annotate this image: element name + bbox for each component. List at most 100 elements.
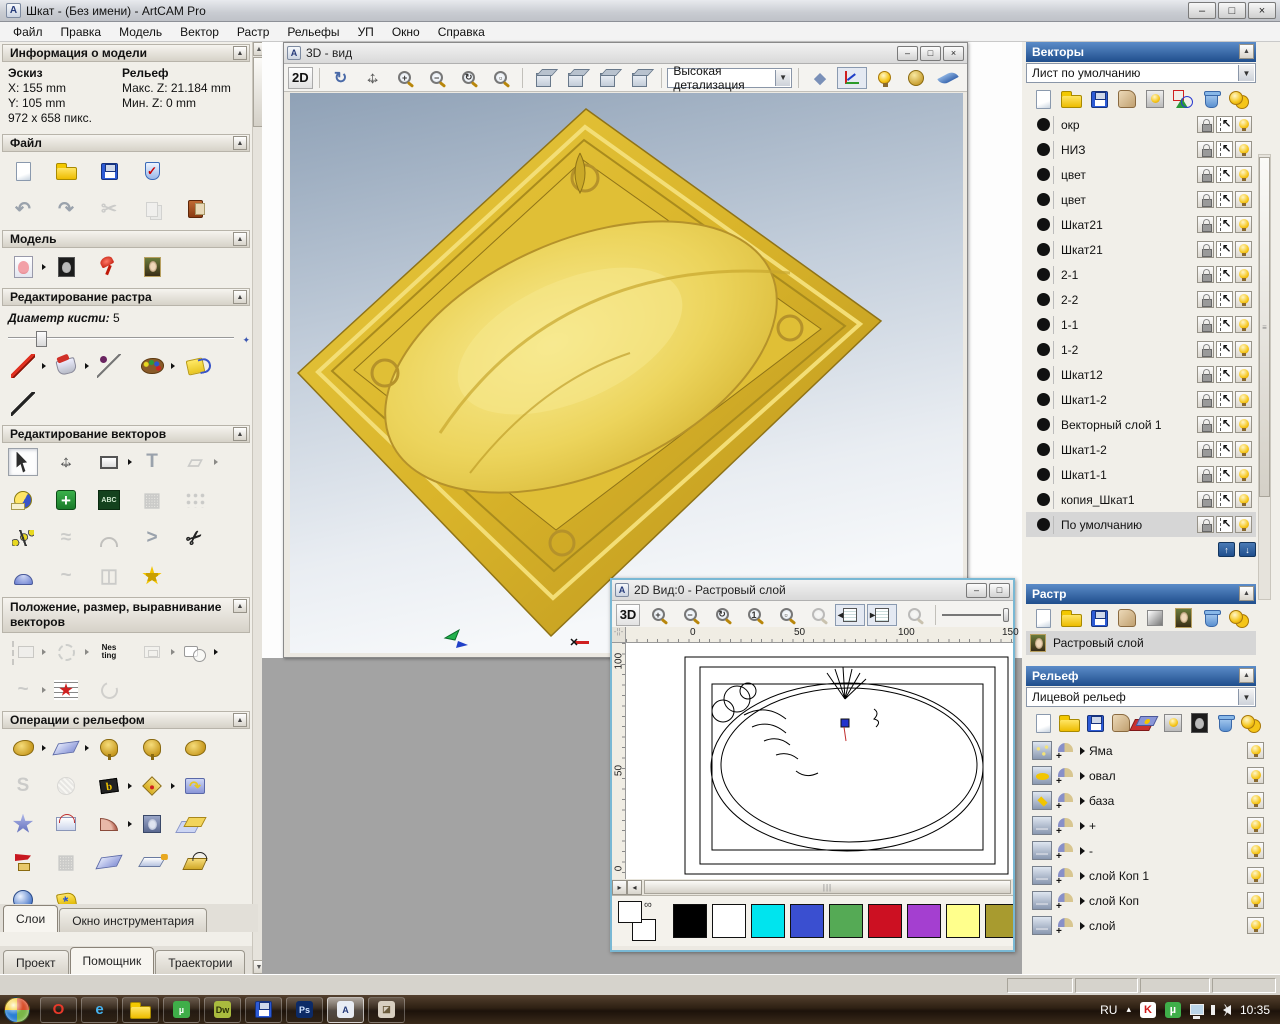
layer-visible-icon[interactable] <box>1235 266 1252 283</box>
close-button[interactable]: × <box>1248 2 1276 19</box>
layer-colour-icon[interactable] <box>1034 441 1054 459</box>
paste-icon[interactable] <box>180 195 210 223</box>
eraser-icon[interactable] <box>180 352 210 380</box>
close-button[interactable]: × <box>943 46 964 61</box>
turn-wizard-icon[interactable] <box>94 810 124 838</box>
relief-preset-dropdown[interactable]: Лицевой рельеф <box>1026 687 1256 707</box>
view3d-viewport[interactable] <box>290 93 963 653</box>
volume-tray-icon[interactable] <box>1213 1005 1231 1015</box>
layer-colour-icon[interactable] <box>1034 266 1054 284</box>
texture-image-icon[interactable] <box>137 253 167 281</box>
restore-button[interactable]: □ <box>920 46 941 61</box>
vector-layer-row[interactable]: цвет <box>1026 162 1256 187</box>
colour-swatch-0[interactable] <box>673 904 707 938</box>
taskbar-artcam[interactable]: A <box>327 997 364 1023</box>
chevron-down-icon[interactable] <box>775 70 790 86</box>
new-model-icon[interactable] <box>8 157 38 185</box>
collapse-icon[interactable] <box>233 599 247 613</box>
combine-mode-icon[interactable] <box>1056 917 1076 934</box>
fit-curves-icon[interactable]: ≈ <box>51 524 81 552</box>
palette-icon[interactable] <box>137 352 167 380</box>
envelope-distort-icon[interactable]: ▱ <box>180 448 210 476</box>
draw-axes-icon[interactable] <box>837 67 867 89</box>
collapse-icon[interactable] <box>233 46 247 60</box>
snap-layer-icon[interactable] <box>1216 291 1233 308</box>
layer-colour-icon[interactable] <box>1034 366 1054 384</box>
colour-swatch-8[interactable] <box>985 904 1013 938</box>
zoom-in-icon[interactable]: + <box>390 67 420 89</box>
expand-arrow-icon[interactable] <box>1080 772 1085 780</box>
flood-fill-icon[interactable] <box>51 352 81 380</box>
minimize-button[interactable]: – <box>966 583 987 598</box>
isometric-view-icon[interactable] <box>529 67 559 89</box>
section-header-model-info[interactable]: Информация о модели <box>2 44 250 62</box>
collapse-icon[interactable] <box>233 232 247 246</box>
subtract-relief-icon[interactable] <box>180 734 210 762</box>
lock-layer-icon[interactable] <box>1197 441 1214 458</box>
vectors-section-header[interactable]: Векторы <box>1026 42 1256 62</box>
vector-texture-icon[interactable] <box>51 676 81 704</box>
vector-layer-row[interactable]: 1-2 <box>1026 337 1256 362</box>
fillet-icon[interactable]: ~ <box>51 562 81 590</box>
section-header-position[interactable]: Положение, размер, выравнивание векторов <box>2 597 250 633</box>
switch-to-3d-button[interactable]: 3D <box>616 604 640 626</box>
snap-layer-icon[interactable] <box>1216 391 1233 408</box>
colour-swatch-3[interactable] <box>790 904 824 938</box>
taskbar-image-viewer[interactable]: ◪ <box>368 997 405 1023</box>
open-vector-layer-icon[interactable] <box>1058 87 1084 111</box>
offset-vectors-icon[interactable] <box>8 562 38 590</box>
collapse-icon[interactable] <box>233 427 247 441</box>
snap-layer-icon[interactable] <box>1216 441 1233 458</box>
detail-level-dropdown[interactable]: Высокая детализация <box>667 68 792 88</box>
raster-section-header[interactable]: Растр <box>1026 584 1256 604</box>
tab-Проект[interactable]: Проект <box>3 950 69 974</box>
arc-fit-icon[interactable] <box>94 524 124 552</box>
tray-expand-icon[interactable]: ▴ <box>1126 1004 1131 1015</box>
delete-vector-layer-icon[interactable] <box>1198 87 1224 111</box>
collapse-icon[interactable] <box>233 290 247 304</box>
chevron-down-icon[interactable] <box>1238 65 1254 81</box>
weld-vectors-icon[interactable] <box>180 638 210 666</box>
save-vector-layer-icon[interactable] <box>1086 87 1112 111</box>
lock-layer-icon[interactable] <box>1197 291 1214 308</box>
create-text-icon[interactable]: T <box>137 448 167 476</box>
taskbar-utorrent[interactable]: µ <box>163 997 200 1023</box>
language-indicator[interactable]: RU <box>1100 1003 1117 1017</box>
colour-swatch-4[interactable] <box>829 904 863 938</box>
toggle-all-layers-icon[interactable] <box>1226 87 1252 111</box>
relief-layer-row[interactable]: - <box>1026 838 1268 863</box>
face-wizard-icon[interactable] <box>137 810 167 838</box>
text-on-curve-icon[interactable] <box>51 638 81 666</box>
relief-editing-icon[interactable] <box>8 734 38 762</box>
section-header-relief-ops[interactable]: Операции с рельефом <box>2 711 250 729</box>
greyscale-preview-icon[interactable] <box>1186 711 1212 735</box>
view-along-y-icon[interactable] <box>593 67 623 89</box>
menu-УП[interactable]: УП <box>349 23 383 41</box>
horizontal-scrollbar[interactable]: ▸ ◂ ||| <box>612 879 1013 895</box>
layer-visible-icon[interactable] <box>1247 817 1264 834</box>
open-relief-layer-icon[interactable] <box>1056 711 1082 735</box>
open-raster-layer-icon[interactable] <box>1058 606 1084 630</box>
merge-raster-layers-icon[interactable] <box>1114 606 1140 630</box>
restore-button[interactable]: □ <box>989 583 1010 598</box>
relief-layer-row[interactable]: слой Коп 1 <box>1026 863 1268 888</box>
zoom-in-icon[interactable]: + <box>643 604 673 626</box>
combine-mode-icon[interactable] <box>1056 892 1076 909</box>
gradient-layer-icon[interactable] <box>1142 606 1168 630</box>
lock-layer-icon[interactable] <box>1197 316 1214 333</box>
layer-visible-icon[interactable] <box>1235 216 1252 233</box>
brush-diameter-slider[interactable]: ✦ <box>8 331 244 345</box>
tab-Окно инструментария[interactable]: Окно инструментария <box>59 908 207 932</box>
layer-colour-icon[interactable] <box>1034 216 1054 234</box>
lock-layer-icon[interactable] <box>1197 466 1214 483</box>
snap-left-icon[interactable] <box>835 604 865 626</box>
layer-colour-icon[interactable] <box>1034 291 1054 309</box>
layer-colour-icon[interactable] <box>1034 391 1054 409</box>
clock[interactable]: 10:35 <box>1240 1003 1270 1017</box>
relief-layer-row[interactable]: слой <box>1026 913 1268 938</box>
new-raster-layer-icon[interactable] <box>1030 606 1056 630</box>
merge-relief-layers-icon[interactable] <box>1108 711 1134 735</box>
combine-mode-icon[interactable] <box>1056 792 1076 809</box>
lock-layer-icon[interactable] <box>1197 241 1214 258</box>
layer-visible-icon[interactable] <box>1235 316 1252 333</box>
